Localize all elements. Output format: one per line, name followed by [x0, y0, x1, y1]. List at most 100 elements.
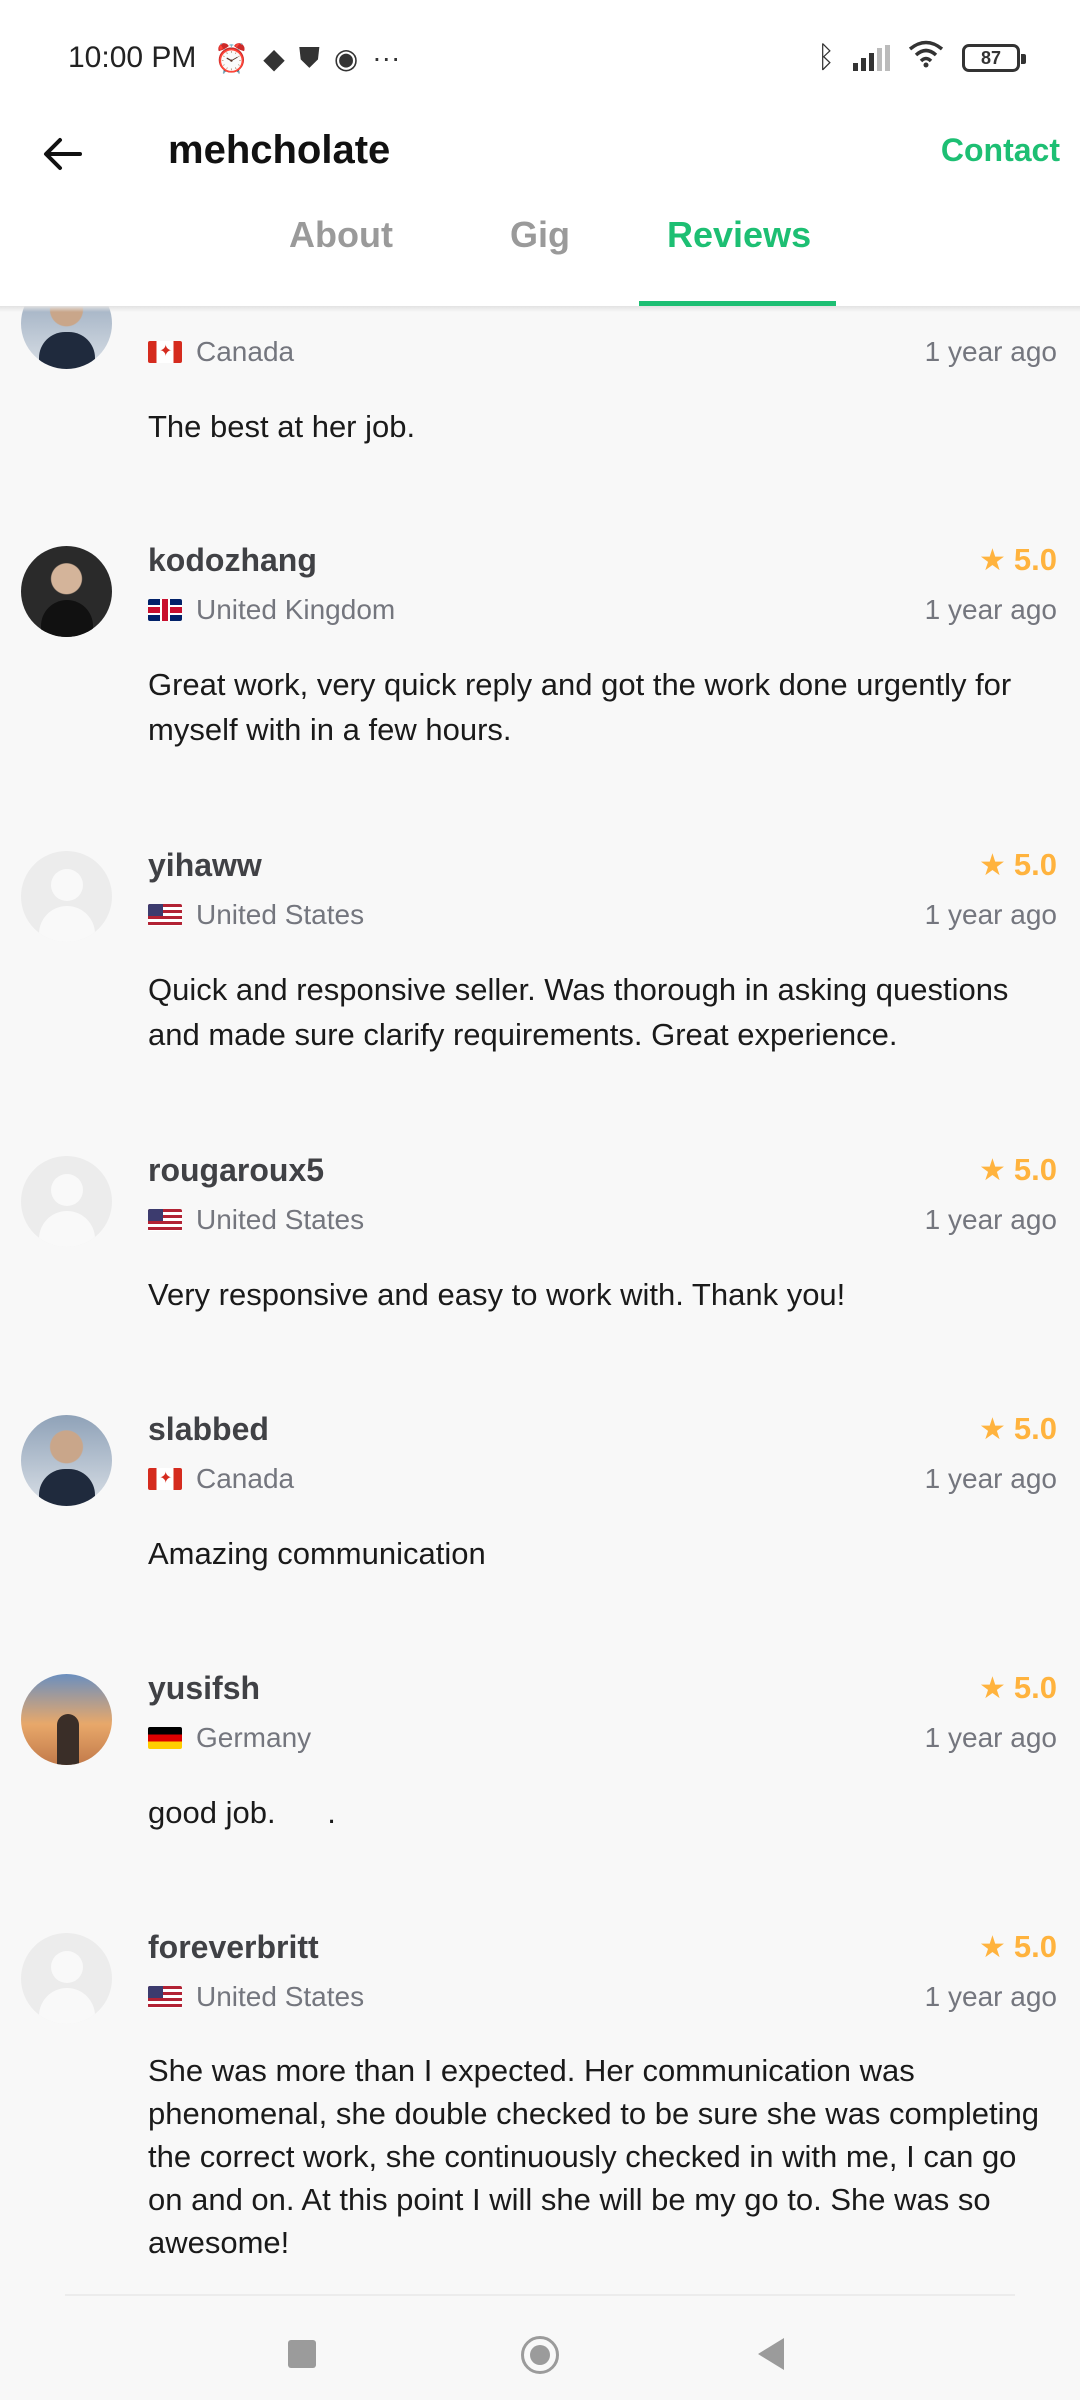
country-name: United States	[196, 899, 365, 930]
avatar[interactable]	[21, 1674, 112, 1765]
shield-icon: ⛊	[298, 41, 320, 73]
bluetooth-icon: ᛒ	[817, 41, 835, 74]
review-rating: ★ 5.0	[979, 1670, 1057, 1706]
canada-flag-icon	[148, 1468, 182, 1490]
reviewer-username[interactable]: foreverbritt	[148, 1929, 319, 1966]
avatar[interactable]	[21, 1415, 112, 1506]
us-flag-icon	[148, 1209, 182, 1231]
reviewer-country: United States	[148, 1981, 364, 2013]
review-text: Quick and responsive seller. Was thoroug…	[148, 972, 1009, 1052]
avatar-placeholder-icon	[51, 1174, 83, 1206]
country-name: Canada	[196, 336, 295, 367]
alarm-icon: ⏰	[214, 42, 250, 74]
country-name: Canada	[196, 1463, 295, 1494]
review-time: 1 year ago	[924, 1204, 1057, 1235]
home-circle-icon[interactable]	[521, 2336, 559, 2374]
avatar-placeholder-icon	[51, 869, 83, 901]
tab-reviews[interactable]: Reviews	[667, 214, 811, 256]
status-time: 10:00 PM	[68, 41, 197, 74]
avatar-placeholder-icon	[51, 1951, 83, 1983]
review-time: 1 year ago	[924, 1981, 1057, 2012]
game-icon: ◆	[263, 42, 285, 74]
rating-value: 5.0	[1013, 542, 1057, 577]
tab-about[interactable]: About	[289, 214, 393, 256]
country-name: United States	[196, 1204, 365, 1235]
rating-value: 5.0	[1013, 847, 1057, 882]
review-time: 1 year ago	[924, 336, 1057, 367]
reviewer-country: Canada	[148, 336, 294, 368]
uk-flag-icon	[148, 599, 182, 621]
header: mehcholate Contact About Gig Reviews	[0, 116, 1080, 306]
reviewer-username[interactable]: yihaww	[148, 847, 262, 884]
recents-square-icon[interactable]	[288, 2340, 316, 2368]
canada-flag-icon	[148, 341, 182, 363]
review-rating: ★ 5.0	[979, 1152, 1057, 1188]
reviews-list[interactable]: Canada 1 year ago The best at her job. k…	[0, 0, 1080, 2400]
status-bar: 10:00 PM ⏰ ◆ ⛊ ◉ ··· ᛒ 87	[0, 0, 1080, 116]
us-flag-icon	[148, 1986, 182, 2008]
reviewer-country: Canada	[148, 1463, 294, 1495]
us-flag-icon	[148, 904, 182, 926]
reviewer-username[interactable]: rougaroux5	[148, 1152, 324, 1189]
reviewer-country: United Kingdom	[148, 594, 395, 626]
signal-icon	[853, 45, 890, 71]
review-time: 1 year ago	[924, 1722, 1057, 1753]
status-right: ᛒ 87	[817, 40, 1026, 76]
review-text: Very responsive and easy to work with. T…	[148, 1277, 846, 1312]
reviewer-username[interactable]: slabbed	[148, 1411, 269, 1448]
reviewer-username[interactable]: yusifsh	[148, 1670, 260, 1707]
page-title: mehcholate	[168, 128, 391, 172]
wifi-icon	[908, 40, 944, 76]
avatar[interactable]	[21, 546, 112, 637]
star-icon: ★	[978, 543, 1006, 577]
rating-value: 5.0	[1013, 1152, 1057, 1187]
avatar-placeholder-body	[39, 906, 95, 942]
avatar[interactable]	[21, 1933, 112, 2024]
review-text: She was more than I expected. Her commun…	[148, 2053, 1039, 2260]
arrow-left-icon	[44, 138, 82, 170]
app-icon: ◉	[333, 42, 359, 74]
review-time: 1 year ago	[924, 594, 1057, 625]
star-icon: ★	[978, 1412, 1006, 1446]
avatar-placeholder-body	[39, 1211, 95, 1247]
reviewer-country: United States	[148, 899, 364, 931]
rating-value: 5.0	[1013, 1411, 1057, 1446]
app-top-bar: 10:00 PM ⏰ ◆ ⛊ ◉ ··· ᛒ 87 mehcholate Con…	[0, 0, 1080, 312]
germany-flag-icon	[148, 1727, 182, 1749]
contact-button[interactable]: Contact	[941, 132, 1060, 169]
reviewer-country: United States	[148, 1204, 364, 1236]
review-rating: ★ 5.0	[979, 542, 1057, 578]
review-text: Great work, very quick reply and got the…	[148, 667, 1012, 747]
reviewer-username[interactable]: kodozhang	[148, 542, 317, 579]
more-icon: ···	[372, 42, 401, 73]
star-icon: ★	[978, 1671, 1006, 1705]
battery-icon: 87	[962, 44, 1026, 72]
star-icon: ★	[978, 1153, 1006, 1187]
header-divider	[0, 306, 1080, 312]
avatar[interactable]	[21, 851, 112, 942]
review-text: good job. .	[148, 1795, 336, 1830]
rating-value: 5.0	[1013, 1929, 1057, 1964]
review-rating: ★ 5.0	[979, 1929, 1057, 1965]
back-triangle-icon[interactable]	[758, 2338, 784, 2370]
tab-bar: About Gig Reviews	[0, 206, 1080, 306]
system-nav-bar	[0, 2296, 1080, 2400]
star-icon: ★	[978, 848, 1006, 882]
review-time: 1 year ago	[924, 899, 1057, 930]
battery-level: 87	[980, 47, 1002, 68]
review-text: The best at her job.	[148, 409, 416, 444]
star-icon: ★	[978, 1930, 1006, 1964]
review-rating: ★ 5.0	[979, 1411, 1057, 1447]
back-button[interactable]	[36, 128, 88, 180]
avatar-placeholder-body	[39, 1988, 95, 2024]
review-rating: ★ 5.0	[979, 847, 1057, 883]
country-name: Germany	[196, 1722, 312, 1753]
avatar[interactable]	[21, 1156, 112, 1247]
country-name: United Kingdom	[196, 594, 396, 625]
status-left: 10:00 PM ⏰ ◆ ⛊ ◉ ···	[68, 41, 400, 75]
reviewer-country: Germany	[148, 1722, 311, 1754]
review-time: 1 year ago	[924, 1463, 1057, 1494]
tab-gig[interactable]: Gig	[510, 214, 570, 256]
country-name: United States	[196, 1981, 365, 2012]
review-text: Amazing communication	[148, 1536, 486, 1571]
